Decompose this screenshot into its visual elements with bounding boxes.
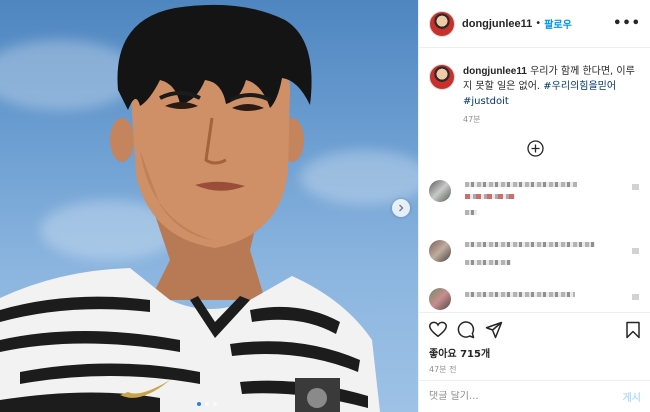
carousel-indicators <box>197 402 217 406</box>
comment-input[interactable] <box>429 391 623 402</box>
carousel-dot <box>213 402 217 406</box>
avatar[interactable] <box>429 180 451 202</box>
post-timestamp: 47분 전 <box>429 365 457 374</box>
avatar[interactable] <box>429 288 451 310</box>
separator-dot: • <box>535 18 542 29</box>
comment-icon[interactable] <box>457 321 475 339</box>
post-comment-button[interactable]: 게시 <box>623 389 641 404</box>
post-header: dongjunlee11 • 팔로우 ••• <box>419 0 650 48</box>
heart-icon[interactable] <box>632 184 639 190</box>
share-icon[interactable] <box>485 321 503 339</box>
caption-username[interactable]: dongjunlee11 <box>463 66 527 77</box>
comment-blur <box>465 210 477 215</box>
avatar[interactable] <box>429 240 451 262</box>
avatar[interactable] <box>429 10 455 37</box>
username-link[interactable]: dongjunlee11 <box>462 18 532 30</box>
comment-form: 게시 <box>419 380 650 412</box>
carousel-dot <box>197 402 201 406</box>
heart-icon[interactable] <box>429 321 447 338</box>
load-more-comments-icon[interactable] <box>527 140 544 157</box>
comment-blur <box>465 292 575 297</box>
likes-count[interactable]: 좋아요 715개 <box>429 345 490 360</box>
comment-blur <box>465 194 515 199</box>
chevron-right-icon <box>399 204 404 212</box>
carousel-dot <box>205 402 209 406</box>
caption-timestamp: 47분 <box>463 115 481 124</box>
bookmark-icon[interactable] <box>625 321 641 339</box>
hashtag-link[interactable]: #우리의힘을믿어 <box>543 81 616 92</box>
list-item <box>429 240 641 276</box>
caption-text: dongjunlee11 우리가 함께 한다면, 이루지 못할 일은 없어. #… <box>463 64 641 109</box>
post-side-panel: dongjunlee11 • 팔로우 ••• dongjunlee11 우리가 … <box>418 0 650 412</box>
comment-blur <box>465 182 577 187</box>
avatar[interactable] <box>429 64 455 90</box>
list-item <box>429 180 641 216</box>
comment-blur <box>465 260 511 265</box>
follow-button[interactable]: 팔로우 <box>544 16 572 31</box>
more-horizontal-icon[interactable]: ••• <box>613 16 641 31</box>
comment-blur <box>465 242 595 247</box>
hashtag-link[interactable]: #justdoit <box>463 96 509 107</box>
next-slide-button[interactable] <box>392 199 410 217</box>
post-photo[interactable] <box>0 0 418 412</box>
heart-icon[interactable] <box>632 248 639 254</box>
heart-icon[interactable] <box>632 294 639 300</box>
athlete-photo <box>0 4 380 412</box>
action-bar <box>419 312 650 348</box>
caption: dongjunlee11 우리가 함께 한다면, 이루지 못할 일은 없어. #… <box>429 64 641 109</box>
